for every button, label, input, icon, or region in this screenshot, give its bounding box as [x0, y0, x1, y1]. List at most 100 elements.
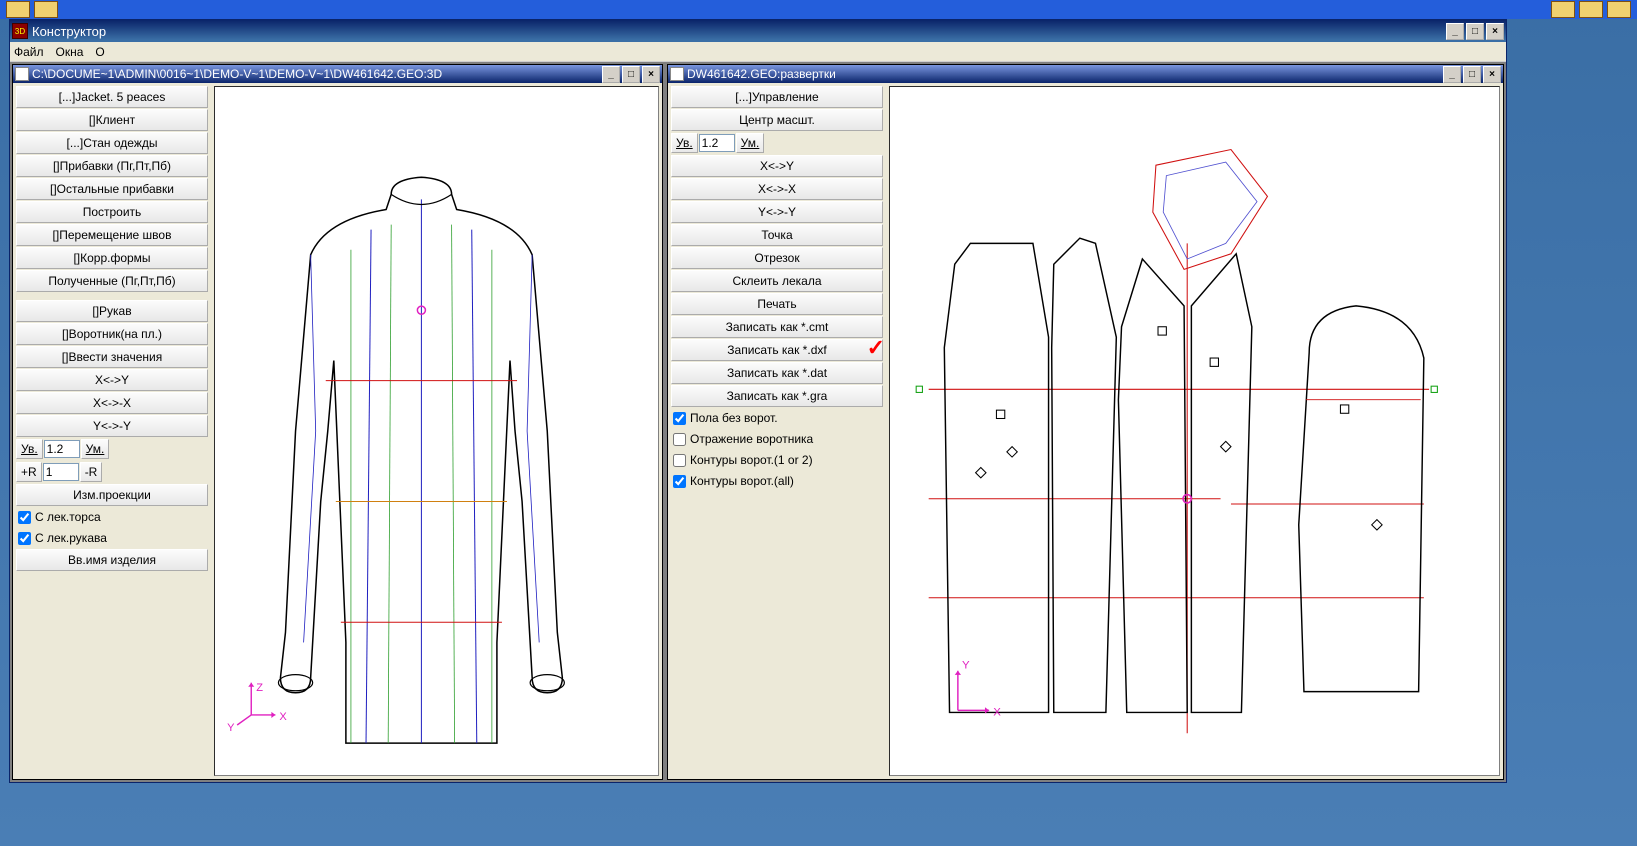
canvas-flat[interactable]: X Y [889, 86, 1500, 776]
btn-change-projection[interactable]: Изм.проекции [16, 484, 208, 506]
close-button[interactable]: × [1486, 23, 1504, 40]
btn-build[interactable]: Построить [16, 201, 208, 223]
close-button[interactable]: × [1483, 66, 1501, 83]
btn-enter-name[interactable]: Вв.имя изделия [16, 549, 208, 571]
check-torso-box[interactable] [18, 511, 31, 524]
btn-allowances[interactable]: []Прибавки (Пг,Пт,Пб) [16, 155, 208, 177]
minus-r-button[interactable]: -R [80, 462, 103, 482]
zoom-out-button[interactable]: Ум. [736, 133, 765, 153]
tray-icon[interactable] [1607, 1, 1631, 18]
garment-3d-svg: X Y Z [215, 87, 658, 775]
tray-icon[interactable] [6, 1, 30, 18]
tray-icon[interactable] [34, 1, 58, 18]
btn-other-allow[interactable]: []Остальные прибавки [16, 178, 208, 200]
menu-windows[interactable]: Окна [56, 45, 84, 59]
main-titlebar[interactable]: 3D Конструктор _ □ × [10, 20, 1506, 42]
btn-client[interactable]: []Клиент [16, 109, 208, 131]
zoom-in-button[interactable]: Ув. [671, 133, 698, 153]
btn-swap-xy[interactable]: X<->Y [671, 155, 883, 177]
svg-text:X: X [279, 711, 287, 723]
btn-swap-yy[interactable]: Y<->-Y [671, 201, 883, 223]
btn-move-seams[interactable]: []Перемещение швов [16, 224, 208, 246]
doc-icon [15, 67, 29, 81]
btn-corr-form[interactable]: []Корр.формы [16, 247, 208, 269]
btn-save-dxf[interactable]: Записать как *.dxf [671, 339, 883, 361]
maximize-button[interactable]: □ [622, 66, 640, 83]
window-3d-titlebar[interactable]: C:\DOCUME~1\ADMIN\0016~1\DEMO-V~1\DEMO-V… [13, 65, 662, 83]
btn-enter-values[interactable]: []Ввести значения [16, 346, 208, 368]
btn-manage[interactable]: [...]Управление [671, 86, 883, 108]
btn-garment[interactable]: [...]Стан одежды [16, 132, 208, 154]
check-collar-reflect-box[interactable] [673, 433, 686, 446]
window-3d-title: C:\DOCUME~1\ADMIN\0016~1\DEMO-V~1\DEMO-V… [32, 67, 602, 81]
btn-swap-xx[interactable]: X<->-X [671, 178, 883, 200]
zoom-out-button[interactable]: Ум. [81, 439, 110, 459]
minimize-button[interactable]: _ [602, 66, 620, 83]
doc-icon [670, 67, 684, 81]
btn-save-dat[interactable]: Записать как *.dat [671, 362, 883, 384]
window-flat: DW461642.GEO:развертки _ □ × [...]Управл… [667, 64, 1504, 780]
r-value-input[interactable] [43, 463, 79, 481]
plus-r-button[interactable]: +R [16, 462, 42, 482]
tray-icon[interactable] [1579, 1, 1603, 18]
main-window: 3D Конструктор _ □ × Файл Окна О C:\DOCU… [9, 19, 1507, 783]
panel-3d: [...]Jacket. 5 peaces []Клиент [...]Стан… [13, 83, 211, 779]
minimize-button[interactable]: _ [1446, 23, 1464, 40]
btn-merge-patterns[interactable]: Склеить лекала [671, 270, 883, 292]
btn-point[interactable]: Точка [671, 224, 883, 246]
check-collar-reflect-label: Отражение воротника [690, 432, 813, 446]
btn-center-scale[interactable]: Центр масшт. [671, 109, 883, 131]
window-flat-title: DW461642.GEO:развертки [687, 67, 1443, 81]
svg-text:Y: Y [962, 660, 970, 672]
btn-swap-xy[interactable]: X<->Y [16, 369, 208, 391]
maximize-button[interactable]: □ [1466, 23, 1484, 40]
check-sleeve[interactable]: С лек.рукава [16, 528, 208, 548]
check-sleeve-label: С лек.рукава [35, 531, 107, 545]
annotation-arrow-icon: ✓ [867, 335, 885, 361]
zoom-value-input[interactable] [699, 134, 735, 152]
zoom-value-input[interactable] [44, 440, 80, 458]
btn-sleeve[interactable]: []Рукав [16, 300, 208, 322]
app-title: Конструктор [32, 24, 1446, 39]
check-no-collar-box[interactable] [673, 412, 686, 425]
window-3d: C:\DOCUME~1\ADMIN\0016~1\DEMO-V~1\DEMO-V… [12, 64, 663, 780]
svg-text:X: X [993, 707, 1001, 719]
tray-icon[interactable] [1551, 1, 1575, 18]
window-flat-titlebar[interactable]: DW461642.GEO:развертки _ □ × [668, 65, 1503, 83]
btn-segment[interactable]: Отрезок [671, 247, 883, 269]
check-collar-1or2-label: Контуры ворот.(1 or 2) [690, 453, 813, 467]
btn-save-gra[interactable]: Записать как *.gra [671, 385, 883, 407]
check-collar-all-label: Контуры ворот.(all) [690, 474, 794, 488]
btn-jacket[interactable]: [...]Jacket. 5 peaces [16, 86, 208, 108]
check-collar-all-box[interactable] [673, 475, 686, 488]
zoom-in-button[interactable]: Ув. [16, 439, 43, 459]
check-collar-all[interactable]: Контуры ворот.(all) [671, 471, 883, 491]
check-torso[interactable]: С лек.торса [16, 507, 208, 527]
minimize-button[interactable]: _ [1443, 66, 1461, 83]
menu-about[interactable]: О [95, 45, 104, 59]
maximize-button[interactable]: □ [1463, 66, 1481, 83]
check-collar-1or2-box[interactable] [673, 454, 686, 467]
btn-collar[interactable]: []Воротник(на пл.) [16, 323, 208, 345]
svg-text:Z: Z [256, 682, 263, 694]
canvas-3d[interactable]: X Y Z [214, 86, 659, 776]
btn-swap-yy[interactable]: Y<->-Y [16, 415, 208, 437]
btn-swap-xx[interactable]: X<->-X [16, 392, 208, 414]
app-icon: 3D [12, 23, 28, 39]
panel-flat: [...]Управление Центр масшт. Ув. Ум. X<-… [668, 83, 886, 779]
btn-save-cmt[interactable]: Записать как *.cmt [671, 316, 883, 338]
check-collar-1or2[interactable]: Контуры ворот.(1 or 2) [671, 450, 883, 470]
check-collar-reflect[interactable]: Отражение воротника [671, 429, 883, 449]
check-no-collar[interactable]: Пола без ворот. [671, 408, 883, 428]
close-button[interactable]: × [642, 66, 660, 83]
menubar: Файл Окна О [10, 42, 1506, 62]
patterns-svg: X Y [890, 87, 1499, 775]
svg-text:Y: Y [227, 722, 235, 734]
menu-file[interactable]: Файл [14, 45, 44, 59]
check-sleeve-box[interactable] [18, 532, 31, 545]
taskbar [0, 0, 1637, 19]
btn-obtained[interactable]: Полученные (Пг,Пт,Пб) [16, 270, 208, 292]
btn-print[interactable]: Печать [671, 293, 883, 315]
mdi-workspace: C:\DOCUME~1\ADMIN\0016~1\DEMO-V~1\DEMO-V… [10, 62, 1506, 782]
check-no-collar-label: Пола без ворот. [690, 411, 778, 425]
